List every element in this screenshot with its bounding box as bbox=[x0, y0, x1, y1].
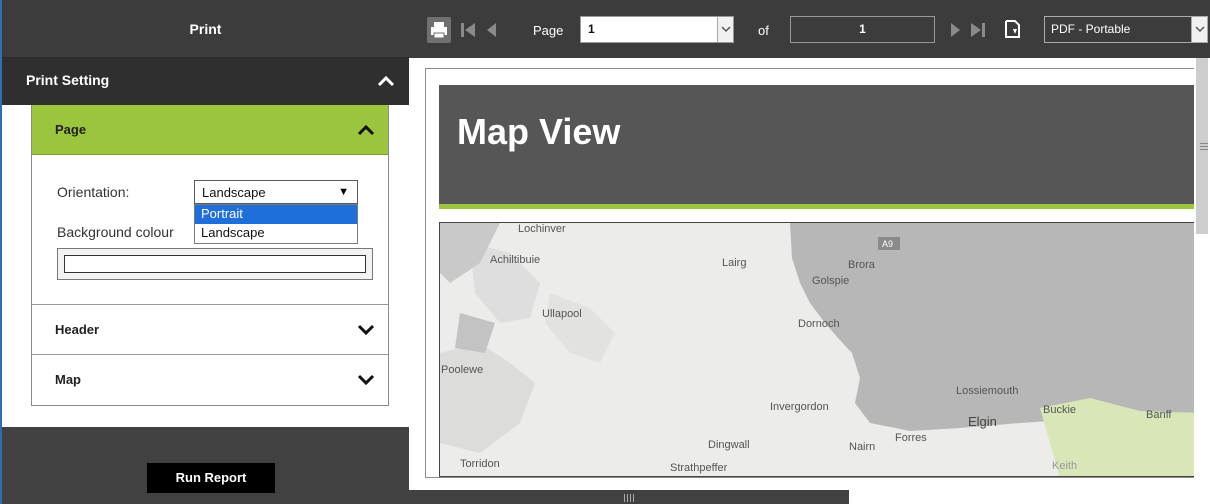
background-colour-picker[interactable] bbox=[57, 248, 373, 280]
chevron-up-icon[interactable] bbox=[375, 70, 397, 92]
orientation-option-landscape[interactable]: Landscape bbox=[195, 224, 357, 243]
vertical-scrollbar-thumb[interactable] bbox=[1196, 58, 1208, 234]
print-setting-header[interactable]: Print Setting bbox=[2, 58, 409, 105]
map-label: Lairg bbox=[722, 257, 746, 269]
vertical-scrollbar[interactable] bbox=[1194, 58, 1210, 478]
last-page-button[interactable] bbox=[966, 17, 990, 43]
print-panel: Print Print Setting Page Orientation: La… bbox=[0, 0, 409, 504]
road-label: A9 bbox=[882, 239, 893, 249]
map-section-label: Map bbox=[55, 372, 81, 387]
panel-title: Print bbox=[2, 0, 409, 58]
first-page-button[interactable] bbox=[457, 17, 481, 43]
report-header: Map View bbox=[439, 85, 1199, 204]
print-setting-label: Print Setting bbox=[26, 72, 110, 88]
orientation-dropdown-list: Portrait Landscape bbox=[194, 204, 358, 244]
map-label: Ullapool bbox=[542, 308, 582, 320]
page-number-select[interactable]: 1 bbox=[580, 16, 734, 43]
map-image: Lochinver Achiltibuie Lairg Brora Golspi… bbox=[439, 222, 1199, 477]
map-label: Golspie bbox=[812, 275, 849, 287]
dropdown-arrow-icon: ▼ bbox=[338, 186, 349, 198]
page-label: Page bbox=[533, 23, 564, 38]
page-section-label: Page bbox=[55, 122, 87, 137]
orientation-select[interactable]: Landscape ▼ bbox=[194, 180, 358, 204]
header-section-label: Header bbox=[55, 322, 100, 337]
export-icon bbox=[1005, 20, 1020, 38]
chevron-down-icon[interactable] bbox=[356, 320, 376, 340]
report-page: Map View Lochinver Achiltibuie Lairg Bro… bbox=[425, 68, 1199, 478]
printer-icon bbox=[431, 22, 447, 39]
map-label: Buckie bbox=[1043, 404, 1076, 416]
of-label: of bbox=[758, 23, 769, 38]
horizontal-scrollbar[interactable] bbox=[409, 488, 1210, 504]
next-page-icon bbox=[951, 23, 960, 37]
background-colour-input[interactable] bbox=[64, 255, 366, 273]
chevron-down-icon[interactable] bbox=[356, 370, 376, 390]
last-page-icon bbox=[971, 23, 985, 37]
page-count: 1 bbox=[790, 16, 935, 43]
horizontal-scrollbar-thumb[interactable] bbox=[409, 490, 849, 504]
header-accent-bar bbox=[439, 204, 1199, 209]
map-label: Torridon bbox=[460, 458, 500, 470]
map-label: Brora bbox=[848, 259, 876, 271]
map-label: Nairn bbox=[849, 441, 875, 453]
map-label: Achiltibuie bbox=[490, 254, 540, 266]
map-label: Strathpeffer bbox=[670, 462, 728, 474]
orientation-option-portrait[interactable]: Portrait bbox=[195, 205, 357, 224]
print-button[interactable] bbox=[427, 17, 451, 43]
page-section-header[interactable]: Page bbox=[32, 105, 388, 155]
page-number-value: 1 bbox=[588, 22, 595, 36]
page-section-body: Orientation: Landscape ▼ Portrait Landsc… bbox=[32, 156, 388, 304]
map-label: Invergordon bbox=[770, 401, 829, 413]
next-page-button[interactable] bbox=[943, 17, 967, 43]
settings-accordion: Page Orientation: Landscape ▼ Portrait L… bbox=[31, 105, 389, 406]
prev-page-icon bbox=[487, 23, 496, 37]
chevron-down-icon[interactable] bbox=[1191, 17, 1207, 42]
map-label: Elgin bbox=[968, 414, 997, 429]
map-label: Dingwall bbox=[708, 439, 750, 451]
export-button[interactable] bbox=[1001, 17, 1025, 43]
map-label: Keith bbox=[1052, 460, 1077, 472]
export-format-select[interactable]: PDF - Portable bbox=[1044, 16, 1208, 43]
grip-icon bbox=[624, 494, 634, 502]
export-format-value: PDF - Portable bbox=[1051, 22, 1131, 36]
map-section-header[interactable]: Map bbox=[32, 354, 388, 404]
previous-page-button[interactable] bbox=[481, 17, 505, 43]
report-toolbar: Page 1 of 1 PDF - Portable bbox=[409, 0, 1210, 58]
map-label: Forres bbox=[895, 432, 927, 444]
run-area: Run Report bbox=[2, 427, 409, 504]
run-report-button[interactable]: Run Report bbox=[147, 463, 275, 493]
orientation-label: Orientation: bbox=[57, 184, 130, 200]
map-label: Lochinver bbox=[518, 223, 566, 235]
map-label: Banff bbox=[1146, 409, 1172, 421]
chevron-up-icon[interactable] bbox=[356, 120, 376, 140]
map-label: Poolewe bbox=[441, 364, 483, 376]
orientation-value: Landscape bbox=[202, 185, 266, 200]
header-section-header[interactable]: Header bbox=[32, 304, 388, 354]
chevron-down-icon[interactable] bbox=[717, 17, 733, 42]
grip-icon bbox=[1200, 143, 1208, 150]
first-page-icon bbox=[461, 23, 475, 37]
report-viewer: Map View Lochinver Achiltibuie Lairg Bro… bbox=[409, 58, 1210, 504]
map-label: Lossiemouth bbox=[956, 385, 1018, 397]
report-title: Map View bbox=[457, 111, 621, 152]
background-colour-label: Background colour bbox=[57, 224, 174, 240]
print-settings-body: Page Orientation: Landscape ▼ Portrait L… bbox=[2, 105, 409, 427]
map-label: Dornoch bbox=[798, 318, 840, 330]
